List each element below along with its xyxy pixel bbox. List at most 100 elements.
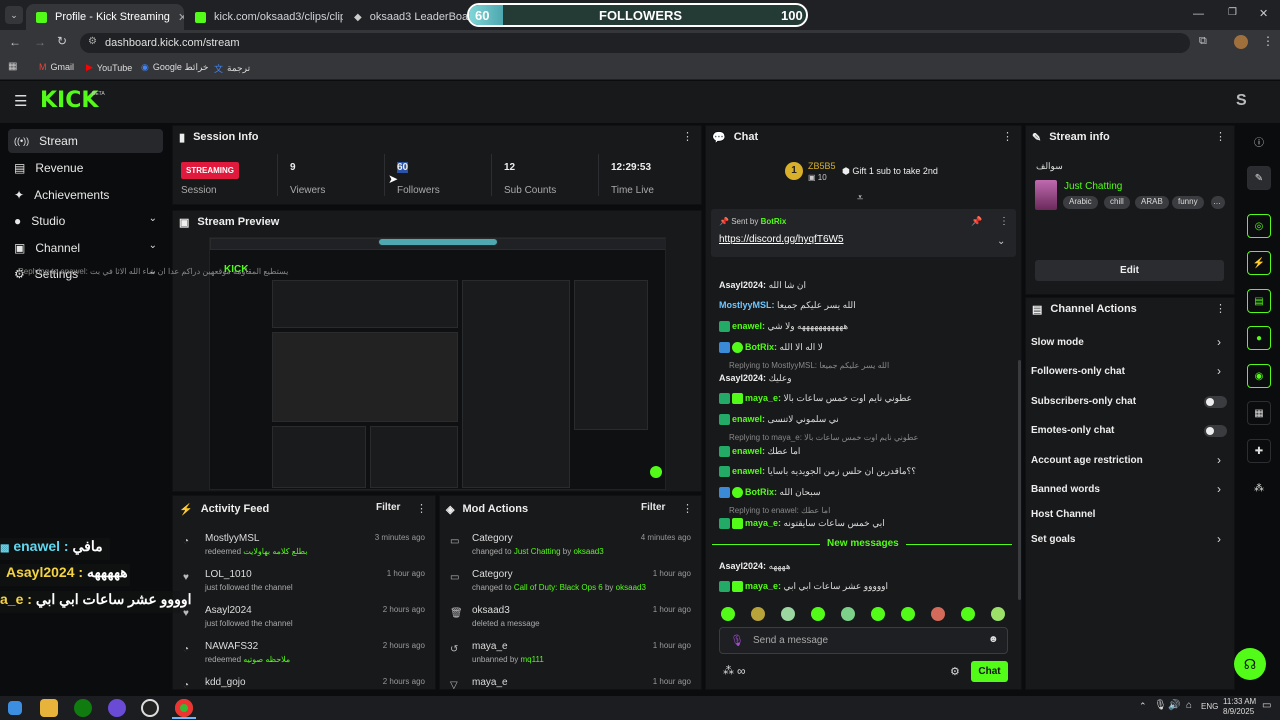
forward-icon[interactable]: → <box>34 35 46 49</box>
sidebar-item-revenue[interactable]: ▤ Revenue <box>8 156 163 180</box>
chat-user[interactable]: MostlyyMSL: <box>719 300 775 310</box>
notifications-icon[interactable]: ▭ <box>1262 700 1271 711</box>
more-options-icon[interactable]: ⋮ <box>999 216 1009 227</box>
apps-grid-icon[interactable]: ▦ <box>8 61 17 72</box>
bookmark-translate[interactable]: 文 ترجمة <box>214 62 250 75</box>
wrench-icon[interactable]: ✚ <box>1247 439 1271 463</box>
emote-icon[interactable] <box>721 607 735 621</box>
mod-subject[interactable]: maya_e <box>472 641 508 652</box>
bookmark-youtube[interactable]: ▶ YouTube <box>86 62 132 73</box>
more-options-icon[interactable]: ⋮ <box>682 502 693 515</box>
mod-subject[interactable]: oksaad3 <box>472 605 510 616</box>
host-channel-option[interactable]: Host Channel <box>1031 509 1095 520</box>
user-menu[interactable]: S <box>1236 92 1247 110</box>
gift-leader-name[interactable]: ZB5B5 <box>808 161 836 171</box>
followers-only-option[interactable]: Followers-only chat <box>1031 366 1125 377</box>
browser-menu-icon[interactable]: ⋮ <box>1262 34 1274 48</box>
microphone-icon[interactable]: 🎙 <box>730 634 744 647</box>
back-icon[interactable]: ← <box>9 35 21 49</box>
stream-tag[interactable]: chill <box>1104 196 1130 209</box>
more-options-icon[interactable]: ⋮ <box>416 502 427 515</box>
tab-search-icon[interactable]: ⌄ <box>5 6 23 24</box>
bookmark-gmail[interactable]: M Gmail <box>39 62 74 72</box>
send-chat-button[interactable]: Chat <box>971 661 1008 682</box>
chevron-right-icon[interactable]: › <box>1217 453 1221 467</box>
activity-user[interactable]: MostlyyMSL <box>205 533 259 544</box>
activity-user[interactable]: NAWAFS32 <box>205 641 258 652</box>
emoji-picker-icon[interactable]: ☻ <box>988 634 999 645</box>
chat-user[interactable]: BotRix: <box>745 487 777 497</box>
chat-settings-gear-icon[interactable]: ⚙ <box>950 665 960 678</box>
banned-words-option[interactable]: Banned words <box>1031 484 1100 495</box>
chevron-right-icon[interactable]: › <box>1217 364 1221 378</box>
chat-user[interactable]: maya_e: <box>745 581 781 591</box>
sidebar-item-channel[interactable]: ▣ Channel ⌄ <box>8 236 163 260</box>
mod-subject[interactable]: maya_e <box>472 677 508 688</box>
points-icon[interactable]: ⁂ <box>1247 476 1271 500</box>
slow-mode-option[interactable]: Slow mode <box>1031 337 1084 348</box>
emote-icon[interactable] <box>931 607 945 621</box>
emote-icon[interactable] <box>811 607 825 621</box>
chat-user[interactable]: enawel: <box>732 321 765 331</box>
clipboard-icon[interactable]: ▤ <box>1247 289 1271 313</box>
chat-bubble-icon[interactable]: ● <box>1247 326 1271 350</box>
chat-input[interactable]: 🎙 Send a message ☻ <box>719 627 1008 654</box>
info-icon[interactable]: ⓘ <box>1247 129 1271 153</box>
more-options-icon[interactable]: ⋮ <box>1002 130 1013 143</box>
reload-icon[interactable]: ↻ <box>57 34 67 48</box>
clock-time[interactable]: 11:33 AM <box>1223 697 1256 706</box>
collapse-icon[interactable]: ⩡ <box>857 192 863 205</box>
emote-icon[interactable] <box>901 607 915 621</box>
sidebar-item-stream[interactable]: ((•)) Stream <box>8 129 163 153</box>
kick-logo[interactable]: KICK <box>40 88 98 113</box>
activity-user[interactable]: LOL_1010 <box>205 569 252 580</box>
clock-date[interactable]: 8/9/2025 <box>1223 707 1254 716</box>
input-language[interactable]: ENG <box>1201 702 1218 711</box>
help-support-button[interactable]: ☊ <box>1234 648 1266 680</box>
tab-profile[interactable]: Profile - Kick Streaming ✕ <box>26 4 184 30</box>
profile-avatar[interactable] <box>1234 35 1248 49</box>
close-tab-icon[interactable]: ✕ <box>178 11 184 24</box>
hamburger-menu-icon[interactable]: ☰ <box>14 92 27 110</box>
site-info-icon[interactable]: ⚙ <box>88 36 97 47</box>
chat-user[interactable]: enawel: <box>732 446 765 456</box>
emote-icon[interactable] <box>991 607 1005 621</box>
gift-cta[interactable]: ⬢ Gift 1 sub to take 2nd <box>842 166 938 177</box>
more-options-icon[interactable]: ⋮ <box>1215 302 1226 315</box>
subscribers-only-toggle[interactable] <box>1204 396 1227 408</box>
chat-scrollbar[interactable] <box>1018 360 1021 600</box>
set-goals-option[interactable]: Set goals <box>1031 534 1075 545</box>
chevron-right-icon[interactable]: › <box>1217 335 1221 349</box>
target-icon[interactable]: ◎ <box>1247 214 1271 238</box>
chevron-right-icon[interactable]: › <box>1217 482 1221 496</box>
window-close-icon[interactable]: ✕ <box>1259 7 1268 20</box>
obs-icon[interactable] <box>141 699 159 717</box>
layout-icon[interactable]: ▦ <box>1247 401 1271 425</box>
chat-user[interactable]: maya_e: <box>745 518 781 528</box>
emote-icon[interactable] <box>871 607 885 621</box>
chevron-right-icon[interactable]: › <box>1217 532 1221 546</box>
sidebar-item-achievements[interactable]: ✦ Achievements <box>8 183 163 207</box>
windows-start-icon[interactable] <box>8 701 22 715</box>
unpin-icon[interactable]: 📌 <box>971 216 982 227</box>
more-options-icon[interactable]: ⋮ <box>682 130 693 143</box>
chat-user[interactable]: BotRix: <box>745 342 777 352</box>
chat-user[interactable]: maya_e: <box>745 393 781 403</box>
chat-user[interactable]: enawel: <box>732 466 765 476</box>
bookmark-maps[interactable]: ◉ Google خرائط <box>141 62 208 73</box>
activity-user[interactable]: Asayl2024 <box>205 605 252 616</box>
minimize-icon[interactable]: — <box>1193 8 1204 20</box>
microphone-tray-icon[interactable]: 🎙 <box>1154 700 1167 711</box>
tab-clip[interactable]: kick.com/oksaad3/clips/clip_01 ✕ <box>185 4 343 30</box>
extensions-icon[interactable]: ⧉ <box>1199 35 1207 48</box>
emote-icon[interactable] <box>781 607 795 621</box>
emotes-only-toggle[interactable] <box>1204 425 1227 437</box>
activity-filter-button[interactable]: Filter <box>376 502 400 513</box>
emote-icon[interactable] <box>841 607 855 621</box>
sidebar-item-studio[interactable]: ● Studio ⌄ <box>8 209 163 233</box>
pinned-link[interactable]: https://discord.gg/hyqfT6W5 <box>719 234 844 245</box>
account-age-option[interactable]: Account age restriction <box>1031 455 1143 466</box>
infinity-icon[interactable]: ∞ <box>737 664 746 678</box>
broadcast-icon[interactable]: ◉ <box>1247 364 1271 388</box>
activity-user[interactable]: kdd_gojo <box>205 677 246 688</box>
